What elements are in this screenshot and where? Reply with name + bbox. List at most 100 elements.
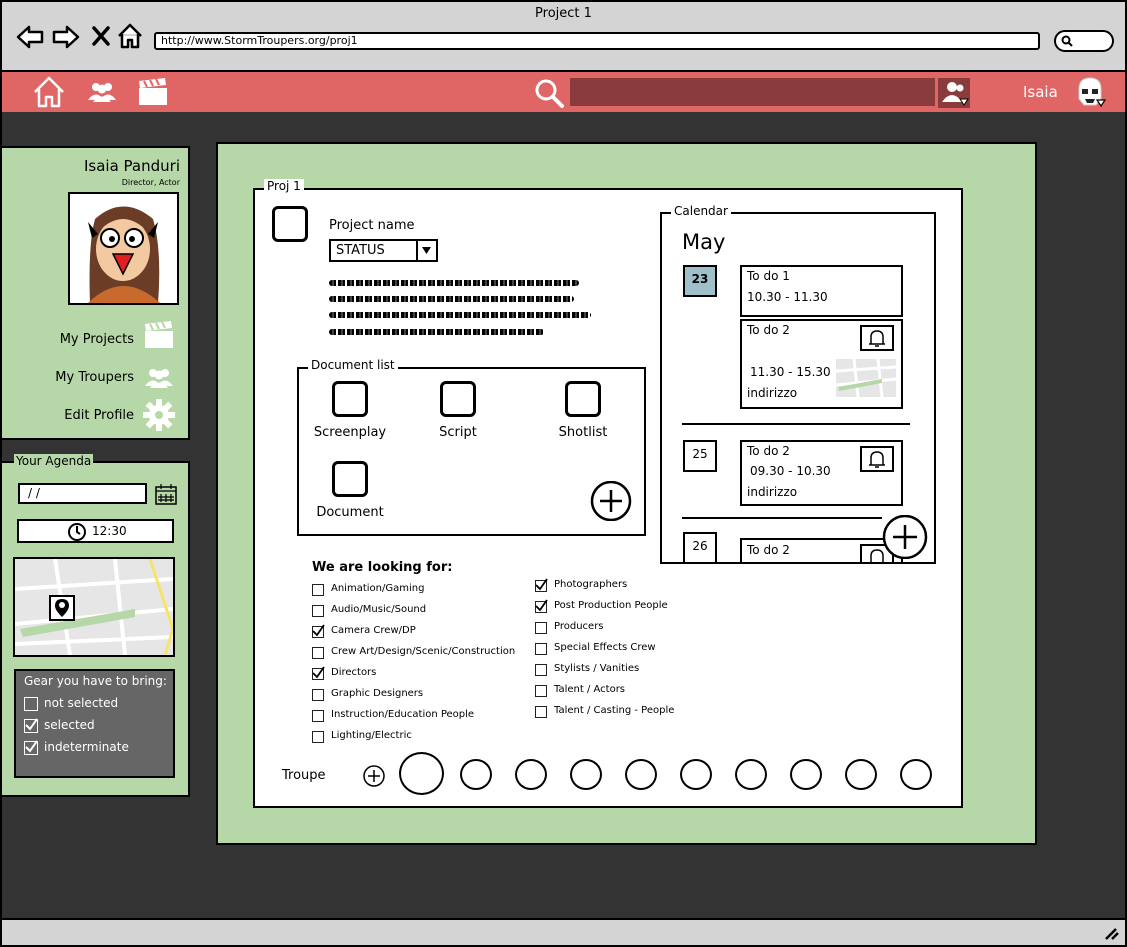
resize-grip-icon[interactable] [1102, 925, 1120, 941]
search-input[interactable] [570, 78, 935, 106]
bell-icon[interactable] [860, 325, 894, 351]
role-label: Special Effects Crew [554, 642, 656, 653]
trouper-avatar[interactable] [900, 759, 932, 790]
time-input[interactable]: 12:30 [17, 519, 174, 543]
avatar [68, 192, 179, 305]
role-label: Post Production People [554, 600, 668, 611]
menu-edit-profile-label[interactable]: Edit Profile [0, 408, 134, 423]
gear-checkbox[interactable] [24, 697, 38, 711]
role-checkbox[interactable] [312, 647, 324, 659]
calendar-event[interactable]: To do 1 10.30 - 11.30 [740, 265, 903, 317]
profile-roles: Director, Actor [121, 178, 180, 187]
status-bar [0, 918, 1127, 947]
document-item-screenplay[interactable] [332, 381, 368, 417]
calendar-day-25[interactable]: 25 [683, 440, 717, 472]
forward-arrow-icon[interactable] [52, 25, 80, 49]
status-value: STATUS [336, 243, 385, 258]
people-icon[interactable] [144, 366, 174, 390]
add-trouper-button[interactable] [362, 764, 386, 788]
calendar-day-26[interactable]: 26 [683, 532, 717, 562]
bell-icon[interactable] [860, 446, 894, 472]
role-checkbox[interactable] [312, 689, 324, 701]
browser-search-icon [1061, 35, 1073, 47]
calendar-event[interactable]: To do 2 09.30 - 10.30 indirizzo [740, 440, 903, 506]
troupe-label: Troupe [282, 768, 326, 783]
gear-icon[interactable] [142, 398, 176, 432]
event-map-thumbnail[interactable] [836, 359, 896, 397]
role-label: Audio/Music/Sound [331, 604, 427, 615]
calendar-event[interactable]: To do 2 [740, 538, 903, 562]
stop-icon[interactable] [92, 26, 110, 46]
role-checkbox[interactable] [535, 706, 547, 718]
trouper-avatar[interactable] [790, 759, 822, 790]
agenda-map[interactable] [13, 557, 175, 657]
document-item-script[interactable] [440, 381, 476, 417]
role-checkbox[interactable] [535, 622, 547, 634]
trouper-avatar[interactable] [680, 759, 712, 790]
day-number: 23 [691, 272, 709, 286]
trouper-avatar[interactable] [735, 759, 767, 790]
role-checkbox[interactable] [312, 666, 325, 680]
calendar-legend: Calendar [671, 204, 731, 218]
document-list-legend: Document list [308, 358, 398, 372]
username-label[interactable]: Isaia [1023, 83, 1058, 101]
role-checkbox[interactable] [312, 584, 324, 596]
role-label: Talent / Actors [554, 684, 626, 695]
role-checkbox[interactable] [312, 605, 324, 617]
menu-my-troupers-label[interactable]: My Troupers [0, 370, 134, 385]
role-label: Camera Crew/DP [331, 625, 416, 636]
document-item-shotlist[interactable] [565, 381, 601, 417]
trouper-avatar[interactable] [845, 759, 877, 790]
trouper-avatar[interactable] [399, 752, 444, 795]
search-icon[interactable] [533, 77, 565, 109]
trouper-avatar[interactable] [515, 759, 547, 790]
people-icon[interactable] [87, 80, 117, 104]
calendar-icon[interactable] [155, 483, 177, 505]
gear-checkbox[interactable] [24, 718, 38, 733]
role-checkbox[interactable] [535, 664, 547, 676]
role-checkbox[interactable] [312, 624, 325, 638]
role-checkbox[interactable] [535, 643, 547, 655]
role-checkbox[interactable] [535, 599, 548, 613]
add-document-button[interactable] [589, 481, 633, 521]
add-event-button[interactable] [881, 515, 929, 559]
user-menu-icon[interactable] [938, 78, 970, 108]
url-text: http://www.StormTroupers.org/proj1 [161, 34, 358, 47]
agenda-title: Your Agenda [14, 454, 94, 468]
clapperboard-icon[interactable] [137, 77, 169, 107]
day-divider [682, 517, 882, 519]
event-title: To do 2 [747, 323, 790, 337]
trouper-avatar[interactable] [460, 759, 492, 790]
event-time: 09.30 - 10.30 [750, 464, 831, 478]
day-divider [682, 423, 910, 425]
role-checkbox[interactable] [535, 578, 548, 592]
calendar-panel: 23 To do 1 10.30 - 11.30 To do 2 11.30 -… [660, 212, 936, 564]
day-number: 25 [692, 447, 708, 461]
url-bar[interactable]: http://www.StormTroupers.org/proj1 [154, 32, 1040, 50]
trouper-avatar[interactable] [625, 759, 657, 790]
browser-search-field[interactable] [1054, 30, 1114, 52]
role-label: Stylists / Vanities [554, 663, 640, 674]
document-item-document[interactable] [332, 461, 368, 497]
role-checkbox[interactable] [535, 685, 547, 697]
role-checkbox[interactable] [312, 710, 324, 722]
document-label: Document [316, 505, 384, 520]
home-icon[interactable] [33, 76, 65, 108]
document-label: Screenplay [313, 425, 387, 440]
clapperboard-icon[interactable] [143, 320, 175, 350]
project-checkbox[interactable] [272, 206, 308, 242]
status-select[interactable]: STATUS [329, 239, 438, 262]
back-arrow-icon[interactable] [16, 25, 44, 49]
home-browser-icon[interactable] [117, 23, 143, 49]
gear-checkbox[interactable] [24, 740, 38, 755]
event-time: 11.30 - 15.30 [750, 365, 831, 379]
role-label: Graphic Designers [331, 688, 424, 699]
event-time: 10.30 - 11.30 [747, 290, 828, 304]
menu-my-projects-label[interactable]: My Projects [0, 332, 134, 347]
calendar-day-23[interactable]: 23 [683, 265, 717, 297]
calendar-event[interactable]: To do 2 11.30 - 15.30 indirizzo [740, 319, 903, 409]
stormtrooper-avatar-icon[interactable] [1073, 75, 1107, 109]
role-checkbox[interactable] [312, 731, 324, 743]
trouper-avatar[interactable] [570, 759, 602, 790]
date-input[interactable]: / / [18, 483, 147, 504]
